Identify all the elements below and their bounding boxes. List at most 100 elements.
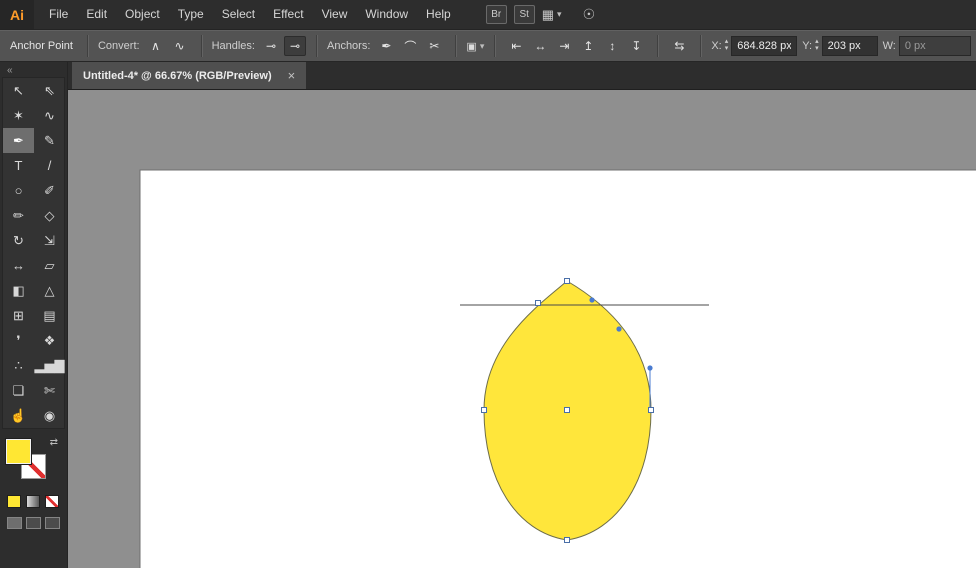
handle-point[interactable] (589, 297, 595, 303)
column-graph-icon: ▂▅▇ (34, 357, 65, 373)
convert-label: Convert: (97, 40, 140, 52)
x-stepper[interactable]: ▴ ▾ (725, 38, 729, 53)
tool-eyedropper[interactable]: ❜ (3, 328, 34, 353)
anchor-top[interactable] (564, 278, 570, 284)
anchor-right[interactable] (648, 407, 654, 413)
workspace-switcher[interactable]: ▦ ▾ (542, 7, 562, 23)
draw-behind-button[interactable] (26, 517, 41, 529)
tool-scale[interactable]: ⇲ (34, 228, 65, 253)
document-tab[interactable]: Untitled-4* @ 66.67% (RGB/Preview) × (72, 62, 307, 89)
hide-handles-button[interactable]: ⊸ (283, 36, 306, 56)
menu-view[interactable]: View (313, 0, 357, 29)
menu-object[interactable]: Object (116, 0, 169, 29)
tool-mesh[interactable]: ⊞ (3, 303, 34, 328)
anchor-upper-left[interactable] (535, 300, 541, 306)
menu-edit[interactable]: Edit (77, 0, 116, 29)
gradient-icon: ▤ (43, 307, 56, 323)
tool-hand[interactable]: ☝ (3, 403, 34, 428)
tool-eraser[interactable]: ◇ (34, 203, 65, 228)
eyedropper-icon: ❜ (16, 332, 21, 348)
bridge-button[interactable]: Br (485, 5, 507, 24)
separator (455, 35, 457, 57)
tool-curvature[interactable]: ✎ (34, 128, 65, 153)
tool-slice[interactable]: ✄ (34, 378, 65, 403)
tab-close-icon[interactable]: × (288, 68, 296, 83)
align-top-button[interactable]: ↥ (577, 36, 599, 56)
draw-inside-button[interactable] (45, 517, 60, 529)
menu-help[interactable]: Help (417, 0, 460, 29)
menu-effect[interactable]: Effect (264, 0, 312, 29)
tool-rotate[interactable]: ↻ (3, 228, 34, 253)
tool-free-transform[interactable]: ▱ (34, 253, 65, 278)
tool-selection[interactable]: ↖ (3, 78, 34, 103)
tool-column-graph[interactable]: ▂▅▇ (34, 353, 65, 378)
tool-magic-wand[interactable]: ✶ (3, 103, 34, 128)
gradient-button[interactable] (26, 495, 40, 508)
separator (700, 35, 702, 57)
tool-gradient[interactable]: ▤ (34, 303, 65, 328)
tool-ellipse[interactable]: ○ (3, 178, 34, 203)
remove-anchors-button[interactable]: ✒ (375, 36, 397, 56)
handle-point[interactable] (616, 326, 622, 332)
fill-swatch[interactable] (5, 438, 32, 465)
tool-paintbrush[interactable]: ✐ (34, 178, 65, 203)
menu-window[interactable]: Window (356, 0, 417, 29)
convert-to-smooth-button[interactable]: ∿ (169, 36, 191, 56)
cut-path-button[interactable]: ✂ (423, 36, 445, 56)
w-input[interactable] (898, 36, 971, 56)
align-bottom-button[interactable]: ↧ (625, 36, 647, 56)
menu-select[interactable]: Select (213, 0, 264, 29)
tool-perspective-grid[interactable]: △ (34, 278, 65, 303)
type-icon: T (14, 158, 23, 173)
tool-type[interactable]: T (3, 153, 34, 178)
color-button[interactable] (7, 495, 21, 508)
y-stepper[interactable]: ▴ ▾ (815, 38, 819, 53)
tool-width[interactable]: ↔ (3, 253, 34, 278)
tool-blend[interactable]: ❖ (34, 328, 65, 353)
collapse-panel-button[interactable]: « (0, 62, 20, 77)
tool-pen[interactable]: ✒ (3, 128, 34, 153)
sync-icon[interactable]: ☉ (583, 6, 596, 23)
line-segment-icon: / (47, 158, 52, 173)
stock-button[interactable]: St (513, 5, 535, 24)
tool-symbol-sprayer[interactable]: ∴ (3, 353, 34, 378)
convert-to-corner-button[interactable]: ∧ (145, 36, 167, 56)
tools-panel: « ↖ ⇖ ✶ ∿ ✒ ✎ T / ○ ✐ ✏ ◇ ↻ ⇲ ↔ ▱ ◧ △ ⊞ ▤ ❜ ❖ ∴ ▂▅▇ ❏ ✄ ☝ ◉ ⇄ (0, 62, 68, 568)
swap-fill-stroke-icon[interactable]: ⇄ (50, 437, 58, 448)
connect-anchors-button[interactable]: ⌒ (399, 36, 421, 56)
app-logo[interactable]: Ai (0, 0, 34, 29)
menu-type[interactable]: Type (169, 0, 213, 29)
handle-point[interactable] (647, 365, 653, 371)
anchors-group: ✒ ⌒ ✂ (375, 36, 445, 56)
align-middle-button[interactable]: ↕ (601, 36, 623, 56)
canvas-area[interactable] (68, 90, 976, 568)
curvature-icon: ✎ (44, 132, 55, 148)
draw-normal-button[interactable] (7, 517, 22, 529)
x-input[interactable] (731, 36, 798, 56)
tool-line-segment[interactable]: / (34, 153, 65, 178)
stepper-down-icon[interactable]: ▾ (725, 45, 729, 53)
artboard-icon: ❏ (12, 382, 25, 398)
y-input[interactable] (821, 36, 878, 56)
align-left-button[interactable]: ⇤ (505, 36, 527, 56)
center-point[interactable] (564, 407, 570, 413)
align-right-button[interactable]: ⇥ (553, 36, 575, 56)
anchor-bottom[interactable] (564, 537, 570, 543)
distribute-spacing-button[interactable]: ⇆ (668, 36, 690, 56)
ellipse-icon: ○ (14, 183, 23, 198)
tool-lasso[interactable]: ∿ (34, 103, 65, 128)
show-handles-button[interactable]: ⊸ (260, 36, 282, 56)
stepper-down-icon[interactable]: ▾ (815, 45, 819, 53)
tool-artboard[interactable]: ❏ (3, 378, 34, 403)
tool-direct-selection[interactable]: ⇖ (34, 78, 65, 103)
separator (657, 35, 659, 57)
anchor-left[interactable] (481, 407, 487, 413)
isolate-selection-button[interactable]: ▣ ▾ (466, 40, 484, 53)
tool-zoom[interactable]: ◉ (34, 403, 65, 428)
handles-label: Handles: (211, 40, 255, 52)
align-center-button[interactable]: ↔ (529, 36, 551, 56)
tool-pencil[interactable]: ✏ (3, 203, 34, 228)
tool-shape-builder[interactable]: ◧ (3, 278, 34, 303)
menu-file[interactable]: File (40, 0, 77, 29)
none-button[interactable] (45, 495, 59, 508)
